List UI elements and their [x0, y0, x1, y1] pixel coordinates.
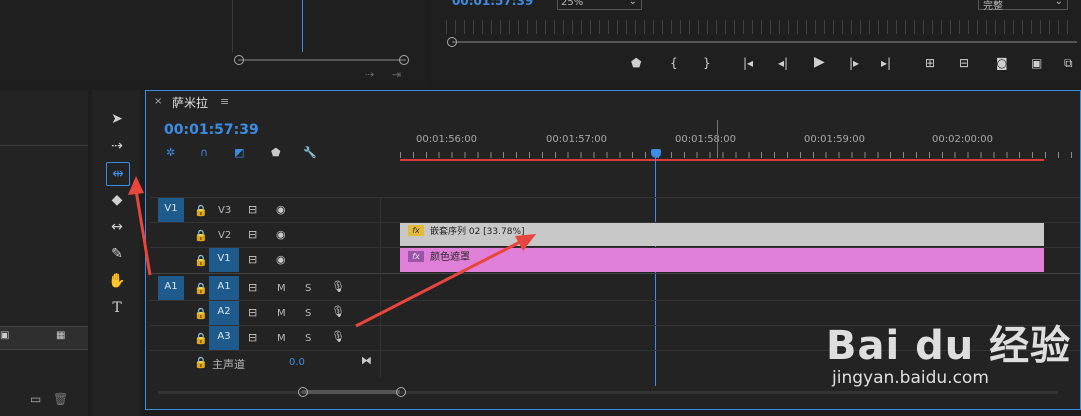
watermark-brand: Bai du 经验 [826, 323, 1072, 369]
annotation-arrowhead [128, 176, 144, 195]
annotation-arrow [134, 189, 152, 276]
annotation-arrow [355, 240, 521, 328]
watermark-url: jingyan.baidu.com [832, 368, 989, 388]
baidu-watermark-logo: Bai du 经验 [826, 313, 1071, 371]
